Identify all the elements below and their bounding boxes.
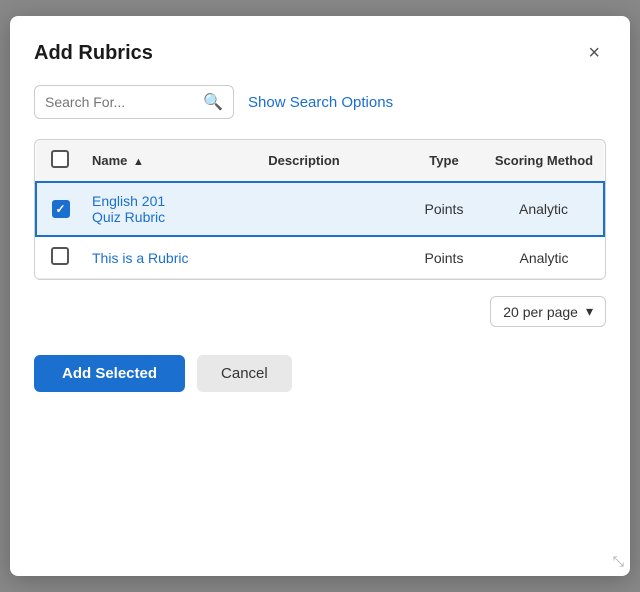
row-checkbox-2[interactable]: [51, 247, 69, 265]
table-row: This is a Rubric Points Analytic: [36, 236, 604, 279]
per-page-selector[interactable]: 20 per page ▾: [490, 296, 606, 327]
sort-arrow-icon: ▲: [133, 156, 144, 168]
header-name: Name ▲: [84, 140, 204, 182]
row-name-2[interactable]: This is a Rubric: [84, 236, 204, 279]
pagination-row: 20 per page ▾: [34, 296, 606, 327]
table-header: Name ▲ Description Type Scoring Method: [36, 140, 604, 182]
rubrics-table: Name ▲ Description Type Scoring Method E…: [35, 140, 605, 279]
resize-handle-icon[interactable]: ⤡: [613, 553, 624, 570]
search-box: 🔍: [34, 85, 234, 119]
footer-buttons: Add Selected Cancel: [34, 355, 606, 392]
modal-title: Add Rubrics: [34, 42, 153, 65]
header-type: Type: [404, 140, 484, 182]
row-scoring-2: Analytic: [484, 236, 604, 279]
modal-header: Add Rubrics ×: [34, 40, 606, 67]
per-page-label: 20 per page: [503, 304, 578, 320]
row-type-2: Points: [404, 236, 484, 279]
header-description: Description: [204, 140, 404, 182]
header-scoring: Scoring Method: [484, 140, 604, 182]
close-button[interactable]: ×: [582, 40, 606, 67]
chevron-down-icon: ▾: [586, 303, 593, 320]
row-description-2: [204, 236, 404, 279]
add-selected-button[interactable]: Add Selected: [34, 355, 185, 392]
search-row: 🔍 Show Search Options: [34, 85, 606, 119]
row-checkbox-cell: [36, 182, 84, 236]
row-type-1: Points: [404, 182, 484, 236]
add-rubrics-modal: Add Rubrics × 🔍 Show Search Options Name…: [10, 16, 630, 576]
cancel-button[interactable]: Cancel: [197, 355, 292, 392]
table-body: English 201 Quiz Rubric Points Analytic …: [36, 182, 604, 279]
row-name-1[interactable]: English 201 Quiz Rubric: [84, 182, 204, 236]
select-all-checkbox[interactable]: [51, 150, 69, 168]
row-checkbox-cell: [36, 236, 84, 279]
row-description-1: [204, 182, 404, 236]
search-input[interactable]: [45, 94, 199, 110]
search-icon: 🔍: [203, 92, 223, 112]
row-checkbox-1[interactable]: [52, 200, 70, 218]
show-search-options-link[interactable]: Show Search Options: [248, 94, 393, 111]
row-scoring-1: Analytic: [484, 182, 604, 236]
table-row: English 201 Quiz Rubric Points Analytic: [36, 182, 604, 236]
rubrics-table-wrapper: Name ▲ Description Type Scoring Method E…: [34, 139, 606, 280]
header-check: [36, 140, 84, 182]
